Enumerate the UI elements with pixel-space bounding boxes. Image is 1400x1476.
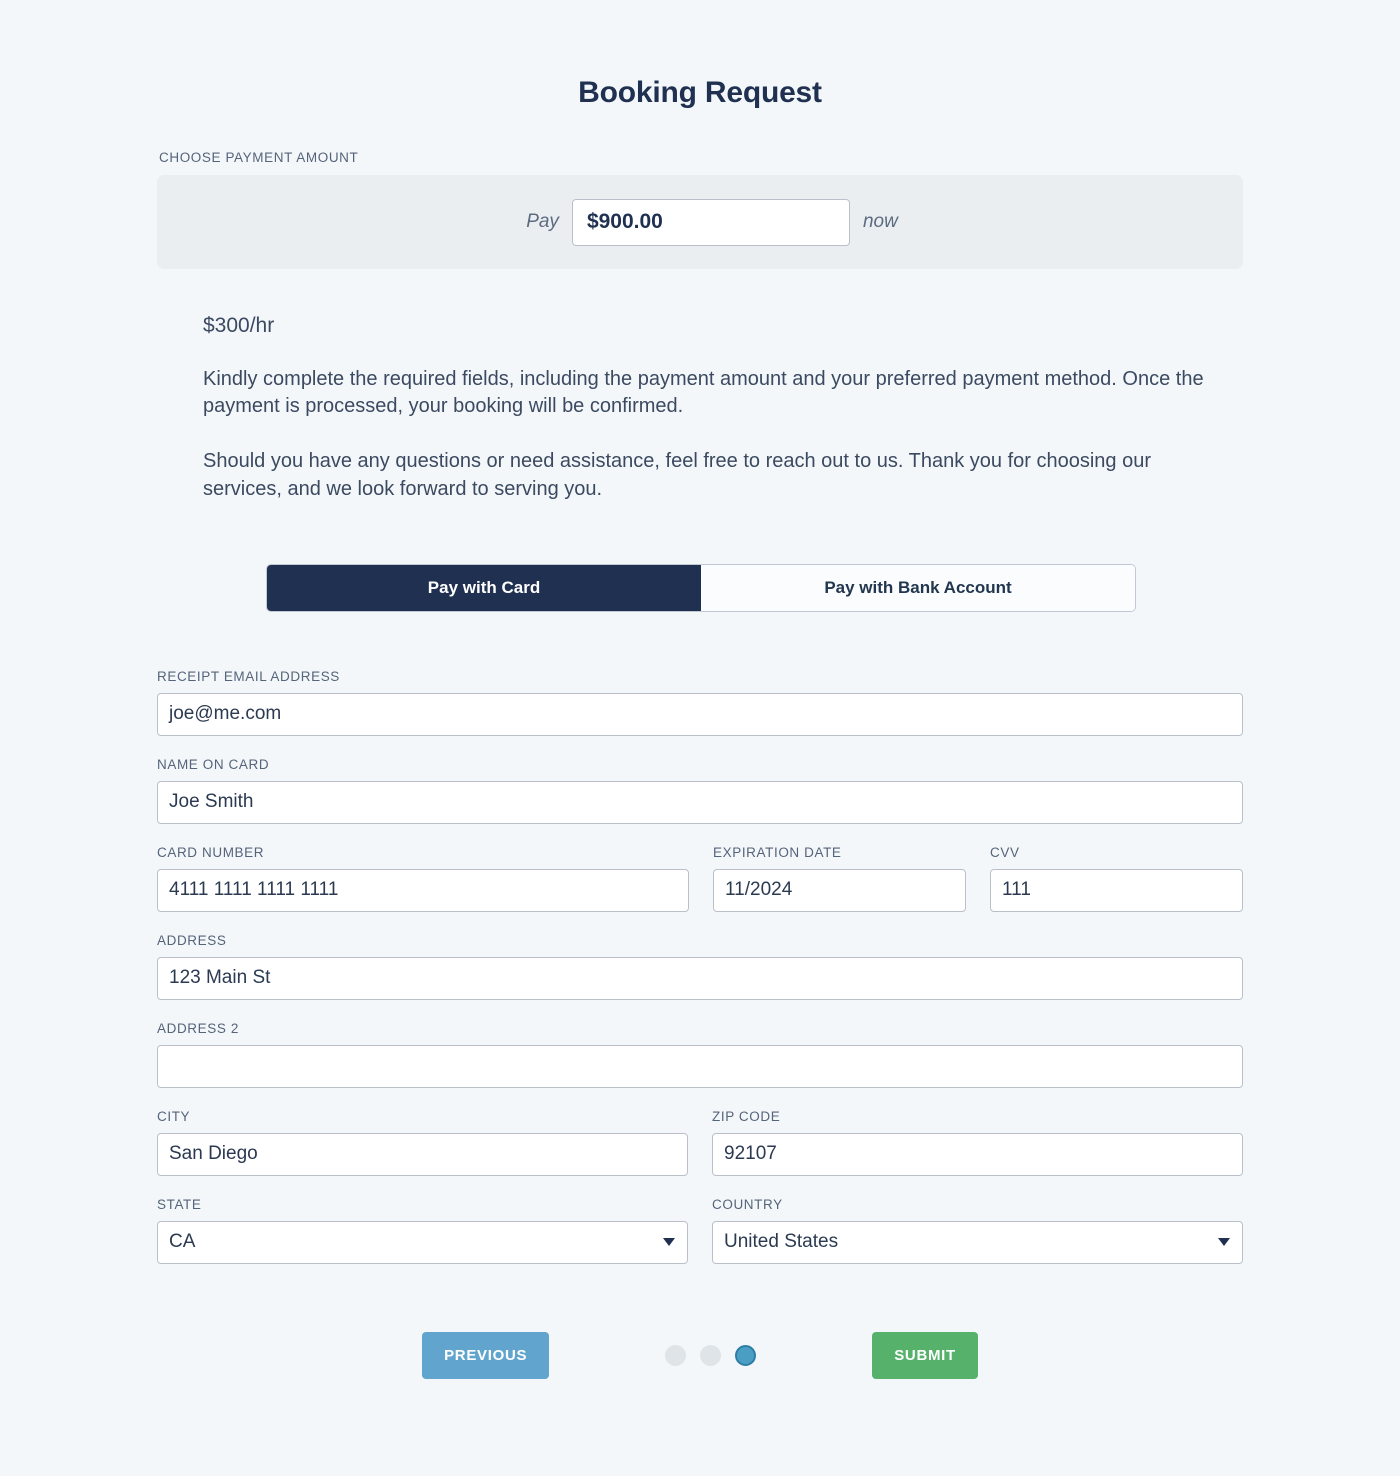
field-address: ADDRESS 123 Main St: [157, 933, 1243, 1000]
field-name-on-card: NAME ON CARD Joe Smith: [157, 757, 1243, 824]
payment-form: RECEIPT EMAIL ADDRESS joe@me.com NAME ON…: [157, 669, 1243, 1264]
select-state-value[interactable]: CA: [157, 1220, 688, 1264]
submit-button[interactable]: SUBMIT: [872, 1331, 978, 1379]
previous-button[interactable]: PREVIOUS: [422, 1331, 550, 1379]
payment-amount-panel: Pay $900.00 now: [157, 175, 1243, 269]
input-city[interactable]: San Diego: [157, 1132, 688, 1176]
label-name-on-card: NAME ON CARD: [157, 756, 270, 772]
select-country-value[interactable]: United States: [712, 1220, 1243, 1264]
pay-suffix-text: now: [862, 211, 898, 232]
field-address-2: ADDRESS 2: [157, 1021, 1243, 1088]
field-receipt-email: RECEIPT EMAIL ADDRESS joe@me.com: [157, 669, 1243, 736]
city-zip-row: CITY San Diego ZIP CODE 92107: [157, 1109, 1243, 1176]
label-address: ADDRESS: [157, 932, 227, 948]
field-cvv: CVV 111: [990, 845, 1243, 912]
field-country: COUNTRY United States: [712, 1197, 1243, 1264]
field-expiration-date: EXPIRATION DATE 11/2024: [713, 845, 966, 912]
label-receipt-email: RECEIPT EMAIL ADDRESS: [157, 668, 340, 684]
booking-request-page: Booking Request CHOOSE PAYMENT AMOUNT Pa…: [0, 0, 1400, 1476]
label-card-number: CARD NUMBER: [157, 844, 265, 860]
page-content: CHOOSE PAYMENT AMOUNT Pay $900.00 now $3…: [157, 150, 1243, 1379]
step-dot-1[interactable]: [665, 1344, 687, 1366]
label-zip-code: ZIP CODE: [712, 1108, 781, 1124]
step-indicator: [665, 1344, 757, 1366]
field-card-number: CARD NUMBER 4111 1111 1111 1111: [157, 845, 689, 912]
label-cvv: CVV: [990, 844, 1020, 860]
pay-prefix-text: Pay: [526, 211, 559, 232]
label-city: CITY: [157, 1108, 191, 1124]
instructions-paragraph-1: Kindly complete the required fields, inc…: [203, 368, 1204, 418]
step-dot-2[interactable]: [700, 1344, 722, 1366]
field-city: CITY San Diego: [157, 1109, 688, 1176]
payment-amount-row: Pay $900.00 now: [526, 198, 898, 246]
input-expiration-date[interactable]: 11/2024: [713, 868, 966, 912]
label-state: STATE: [157, 1196, 202, 1212]
hourly-rate-text: $300/hr: [203, 314, 275, 337]
label-address-2: ADDRESS 2: [157, 1020, 239, 1036]
input-card-number[interactable]: 4111 1111 1111 1111: [157, 868, 689, 912]
state-country-row: STATE CA COUNTRY United States: [157, 1197, 1243, 1264]
input-receipt-email[interactable]: joe@me.com: [157, 692, 1243, 736]
input-name-on-card[interactable]: Joe Smith: [157, 780, 1243, 824]
form-footer: PREVIOUS SUBMIT: [157, 1331, 1243, 1379]
choose-payment-amount-label: CHOOSE PAYMENT AMOUNT: [159, 150, 359, 165]
input-cvv[interactable]: 111: [990, 868, 1243, 912]
payment-method-tabs: Pay with Card Pay with Bank Account: [267, 564, 1135, 611]
input-zip-code[interactable]: 92107: [712, 1132, 1243, 1176]
card-details-row: CARD NUMBER 4111 1111 1111 1111 EXPIRATI…: [157, 845, 1243, 912]
instructions-paragraph-2: Should you have any questions or need as…: [203, 450, 1152, 500]
label-country: COUNTRY: [712, 1196, 783, 1212]
select-state[interactable]: CA: [157, 1220, 688, 1264]
field-zip-code: ZIP CODE 92107: [712, 1109, 1243, 1176]
label-expiration-date: EXPIRATION DATE: [713, 844, 842, 860]
input-address[interactable]: 123 Main St: [157, 956, 1243, 1000]
payment-amount-input[interactable]: $900.00: [571, 198, 850, 246]
page-title: Booking Request: [578, 76, 822, 109]
tab-pay-with-card[interactable]: Pay with Card: [267, 564, 701, 611]
select-country[interactable]: United States: [712, 1220, 1243, 1264]
tab-pay-with-bank-account[interactable]: Pay with Bank Account: [701, 564, 1135, 611]
step-dot-3[interactable]: [735, 1344, 757, 1366]
input-address-2[interactable]: [157, 1044, 1243, 1088]
field-state: STATE CA: [157, 1197, 688, 1264]
